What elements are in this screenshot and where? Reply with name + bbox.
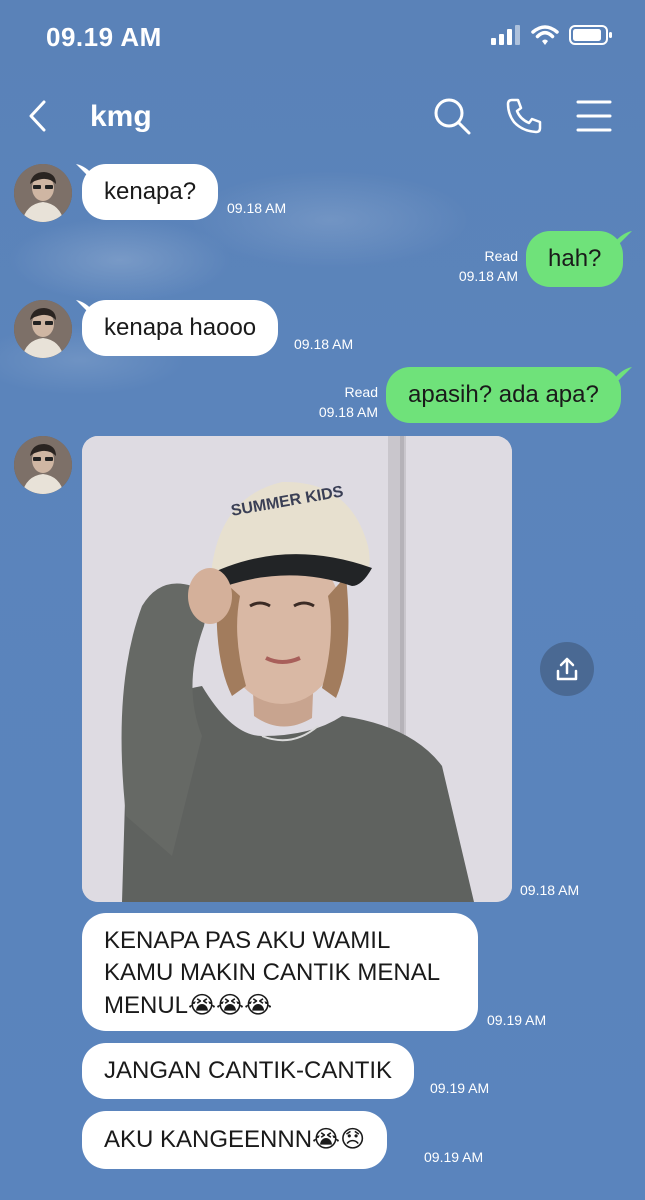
- message-text: JANGAN CANTIK-CANTIK: [104, 1057, 393, 1084]
- bubble-tail: [614, 367, 632, 381]
- share-icon: [556, 657, 578, 681]
- bubble-tail: [614, 231, 632, 245]
- search-icon: [434, 98, 471, 135]
- message-text: apasih? ada apa?: [408, 381, 599, 408]
- avatar-image: [14, 164, 72, 222]
- message-time: 09.19 AM: [430, 1080, 490, 1096]
- contact-avatar[interactable]: [14, 436, 72, 494]
- status-bar: 09.19 AM: [0, 0, 645, 74]
- chat-header: kmg: [0, 88, 645, 144]
- wifi-icon: [531, 25, 559, 45]
- signal-icon: [491, 25, 520, 45]
- message-bubble-incoming[interactable]: AKU KANGEENNN😭😞: [82, 1111, 388, 1169]
- search-button[interactable]: [430, 94, 474, 138]
- message-time: 09.18 AM: [318, 404, 378, 420]
- message-bubble-outgoing[interactable]: apasih? ada apa?: [386, 367, 621, 423]
- phone-icon: [506, 98, 542, 134]
- message-text: hah?: [548, 245, 602, 272]
- crying-emoji-icon: 😭😭😭: [188, 991, 273, 1019]
- chat-title: kmg: [90, 100, 152, 133]
- avatar-image: [14, 436, 72, 494]
- back-button[interactable]: [22, 96, 58, 136]
- avatar-image: [14, 300, 72, 358]
- crying-sad-emoji-icon: 😭😞: [312, 1125, 366, 1153]
- message-text: kenapa haooo: [104, 314, 257, 341]
- message-bubble-outgoing[interactable]: hah?: [526, 231, 624, 287]
- message-time: 09.19 AM: [424, 1149, 484, 1165]
- message-time: 09.19 AM: [487, 1012, 547, 1028]
- message-bubble-incoming[interactable]: JANGAN CANTIK-CANTIK: [82, 1043, 415, 1099]
- share-button[interactable]: [540, 642, 594, 696]
- message-time: 09.18 AM: [227, 200, 287, 216]
- status-icons: [491, 24, 613, 46]
- contact-avatar[interactable]: [14, 300, 72, 358]
- call-button[interactable]: [502, 94, 546, 138]
- message-text: AKU KANGEENNN: [104, 1126, 313, 1153]
- read-receipt: Read: [484, 248, 518, 264]
- read-receipt: Read: [344, 384, 378, 400]
- message-time: 09.18 AM: [458, 268, 518, 284]
- menu-button[interactable]: [572, 94, 616, 138]
- battery-icon: [569, 25, 612, 45]
- message-bubble-incoming[interactable]: KENAPA PAS AKU WAMIL KAMU MAKIN CANTIK M…: [82, 913, 478, 1031]
- photo-image: SUMMER KIDS: [82, 436, 512, 902]
- message-time: 09.18 AM: [294, 336, 354, 352]
- message-photo[interactable]: SUMMER KIDS: [82, 436, 512, 902]
- message-text-line: MENUL: [104, 992, 189, 1019]
- message-text-line: KAMU MAKIN CANTIK MENAL: [104, 959, 441, 986]
- message-bubble-incoming[interactable]: kenapa haooo: [82, 300, 279, 356]
- message-bubble-incoming[interactable]: kenapa?: [82, 164, 219, 220]
- status-time: 09.19 AM: [46, 22, 162, 52]
- message-text-line: KENAPA PAS AKU WAMIL: [104, 927, 391, 954]
- menu-icon: [576, 100, 612, 132]
- message-text: kenapa?: [104, 178, 197, 205]
- chevron-left-icon: [29, 100, 46, 132]
- message-time: 09.18 AM: [520, 882, 580, 898]
- contact-avatar[interactable]: [14, 164, 72, 222]
